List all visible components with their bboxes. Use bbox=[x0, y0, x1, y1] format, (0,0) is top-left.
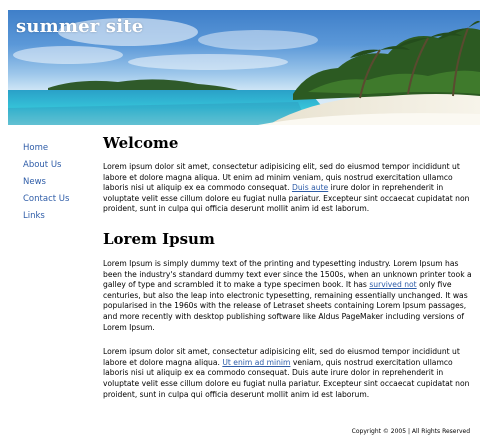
nav-item-links: Links bbox=[23, 203, 93, 221]
lorem-paragraph-2: Lorem ipsum dolor sit amet, consectetur … bbox=[103, 347, 478, 400]
lorem-paragraph-1: Lorem Ipsum is simply dummy text of the … bbox=[103, 259, 478, 333]
sidebar-nav: Home About Us News Contact Us Links bbox=[23, 135, 93, 221]
header-banner: summer site bbox=[8, 10, 480, 125]
welcome-heading: Welcome bbox=[103, 134, 179, 152]
nav-link-links[interactable]: Links bbox=[23, 211, 45, 221]
divider bbox=[8, 125, 480, 128]
lorem-ipsum-heading: Lorem Ipsum bbox=[103, 229, 215, 248]
duis-aute-link[interactable]: Duis aute bbox=[292, 183, 328, 192]
nav-item-contact-us: Contact Us bbox=[23, 186, 93, 204]
main-content: Welcome Lorem ipsum dolor sit amet, cons… bbox=[103, 133, 478, 400]
survived-not-link[interactable]: survived not bbox=[369, 280, 416, 289]
ut-enim-ad-minim-link[interactable]: Ut enim ad minim bbox=[222, 358, 290, 367]
nav-item-news: News bbox=[23, 169, 93, 187]
nav-item-about-us: About Us bbox=[23, 152, 93, 170]
nav-item-home: Home bbox=[23, 135, 93, 153]
welcome-paragraph: Lorem ipsum dolor sit amet, consectetur … bbox=[103, 162, 478, 215]
page-frame: summer site Home About Us News Contact U… bbox=[8, 10, 480, 435]
site-title: summer site bbox=[16, 16, 144, 37]
footer-copyright: Copyright © 2005 | All Rights Reserved bbox=[351, 428, 470, 435]
